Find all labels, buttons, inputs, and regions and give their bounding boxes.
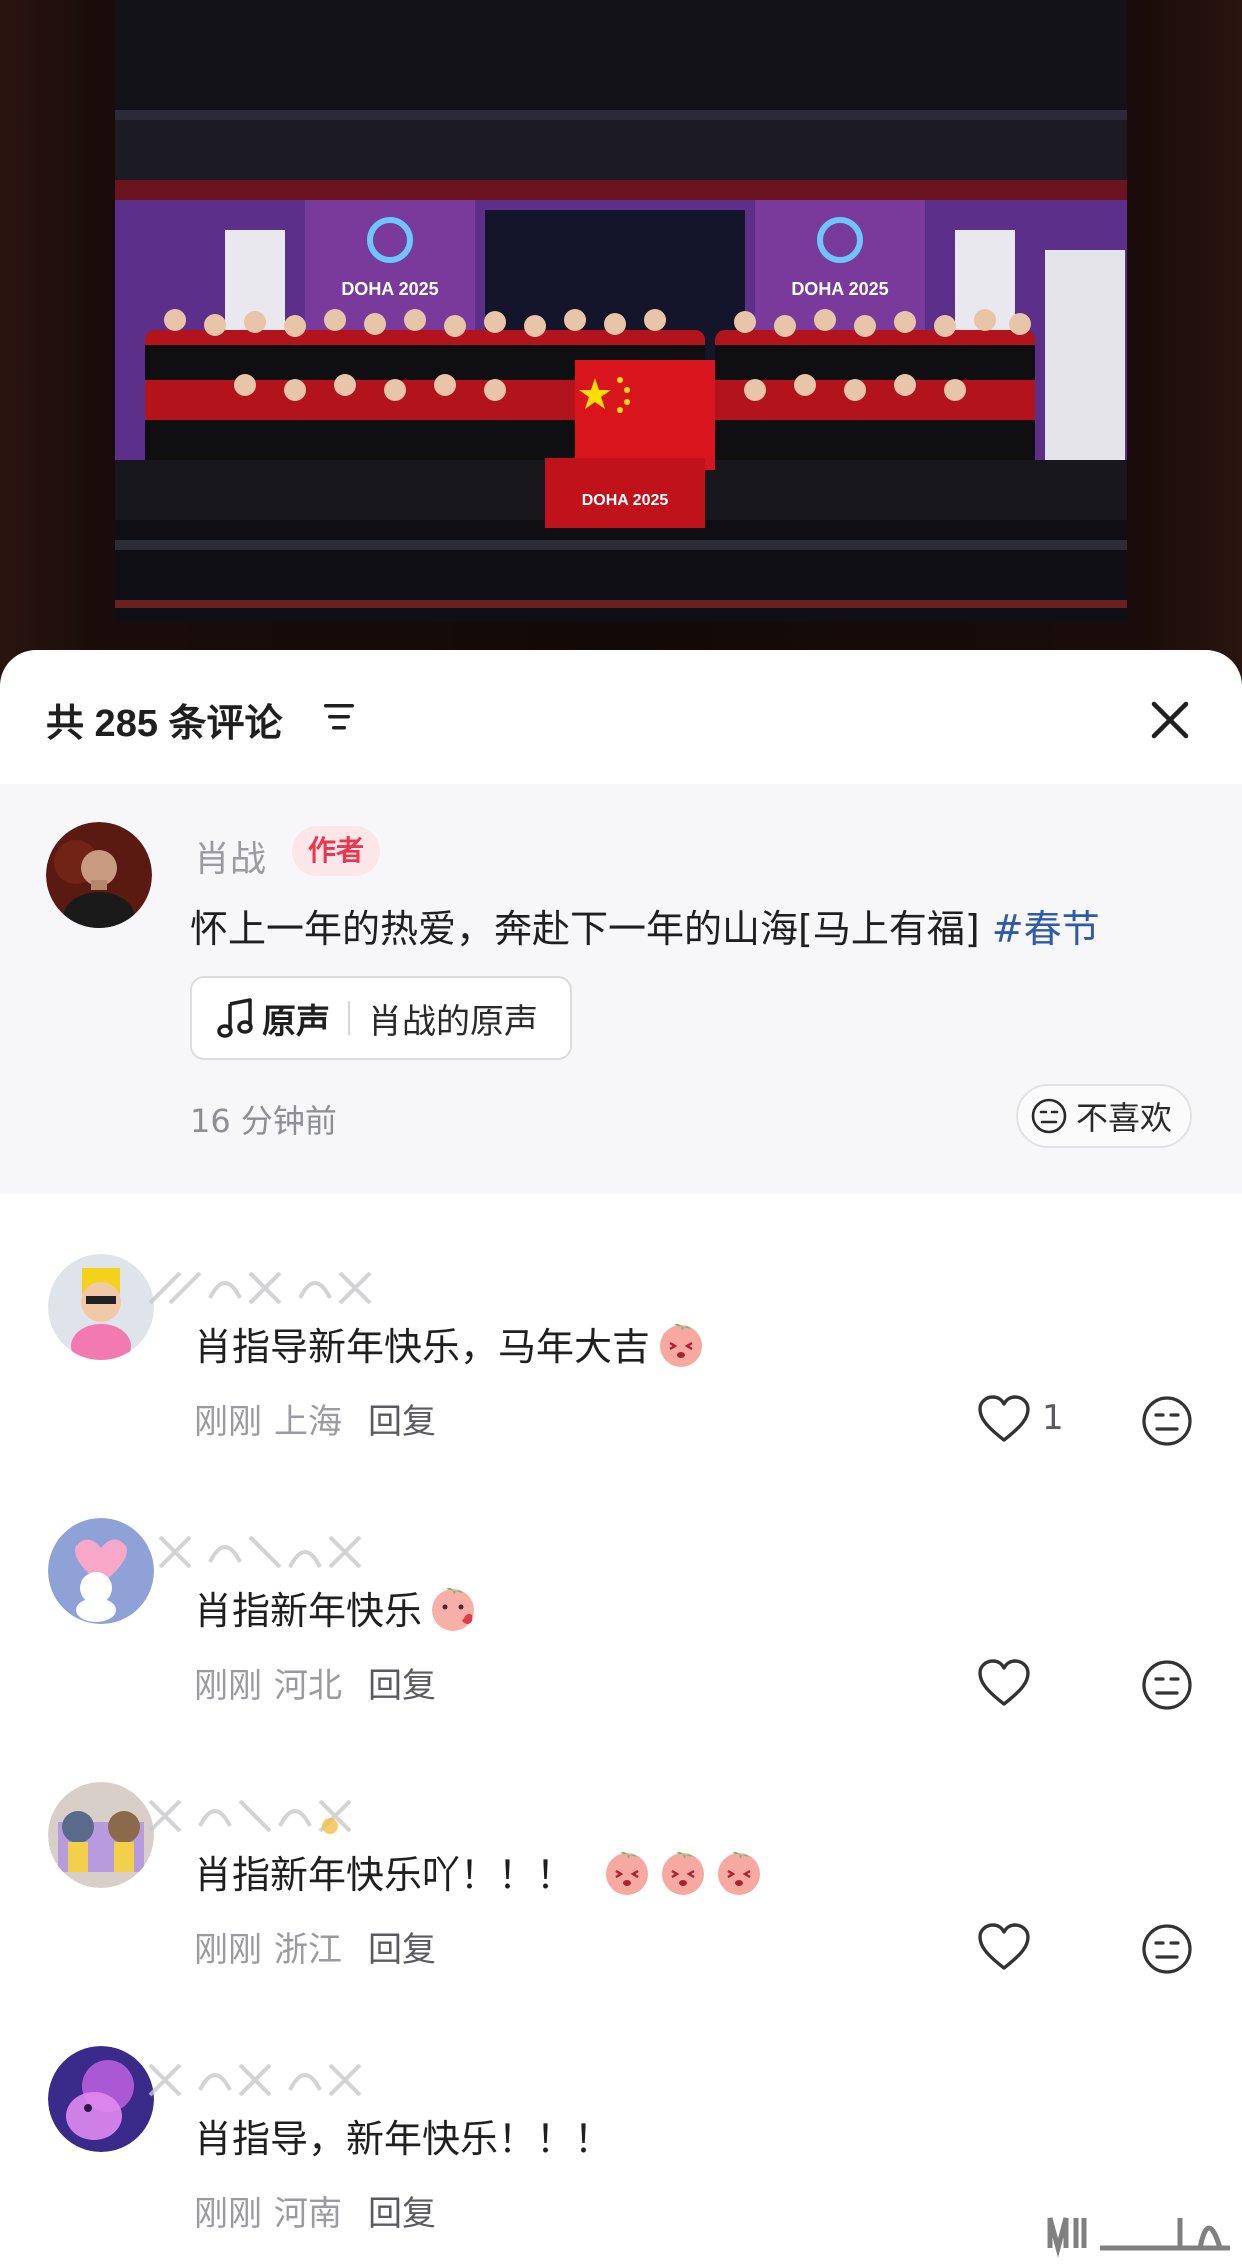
heart-icon[interactable] — [976, 1394, 1032, 1444]
team-photo[interactable]: DOHA 2025 DOHA 2025 DOHA 2025 — [115, 0, 1127, 622]
like-count: 1 — [1042, 1398, 1064, 1438]
comment-text: 肖指导新年快乐，马年大吉 — [194, 1316, 706, 1371]
comment-body: 肖指导，新年快乐！！！ — [194, 2117, 613, 2161]
comment-sheet: 共 285 条评论 肖战 作者 怀上一年的热爱，奔赴下一年的山海[马上有福] #… — [0, 650, 1242, 2264]
comment-meta: 刚刚 浙江 回复 — [194, 1922, 436, 1971]
comment-body: 肖指导新年快乐，马年大吉 — [194, 1325, 651, 1369]
comment-text: 肖指新年快乐 — [194, 1580, 478, 1635]
comment-meta: 刚刚 河南 回复 — [194, 2186, 436, 2235]
comment-time: 刚刚 — [194, 1402, 262, 1442]
author-badge: 作者 — [292, 826, 381, 876]
comment-count-title: 共 285 条评论 — [46, 703, 283, 745]
commenter-avatar[interactable] — [48, 1518, 154, 1624]
blush-emoji-icon — [660, 1323, 703, 1367]
comment-item: 肖指新年快乐 刚刚 河北 回复 — [0, 1518, 1242, 1782]
music-chip-label: 肖战的原声 — [368, 1001, 538, 1042]
kiss-emoji-icon — [432, 1587, 475, 1631]
post-image-area: DOHA 2025 DOHA 2025 DOHA 2025 — [0, 0, 1242, 690]
podium-text: DOHA 2025 — [582, 492, 669, 509]
reply-button[interactable]: 回复 — [368, 1402, 436, 1442]
author-comment-body: 怀上一年的热爱，奔赴下一年的山海[马上有福] — [190, 907, 992, 951]
comment-item: 肖指导新年快乐，马年大吉 刚刚 上海 回复 1 — [0, 1254, 1242, 1518]
commenter-avatar[interactable] — [48, 1782, 154, 1888]
comment-location: 浙江 — [274, 1930, 342, 1970]
comment-text: 肖指导，新年快乐！！！ — [194, 2108, 612, 2163]
comment-body: 肖指新年快乐吖！！！ — [194, 1853, 575, 1897]
sort-icon[interactable] — [322, 700, 358, 734]
neutral-face-icon[interactable] — [1140, 1394, 1194, 1448]
obscured-username — [148, 1271, 372, 1305]
obscured-username — [158, 1535, 362, 1569]
neutral-face-icon[interactable] — [1140, 1658, 1194, 1712]
commenter-avatar[interactable] — [48, 2046, 154, 2152]
comment-body: 肖指新年快乐 — [194, 1589, 423, 1633]
comment-item: 肖指新年快乐吖！！！ 刚刚 浙江 回复 — [0, 1782, 1242, 2046]
author-comment-time: 16 分钟前 — [190, 1102, 337, 1140]
music-chip-strong: 原声 — [262, 1001, 330, 1042]
music-note-icon — [217, 998, 253, 1038]
obscured-username — [148, 1799, 352, 1834]
banner-right-text: DOHA 2025 — [791, 279, 888, 299]
blush-emoji-icon — [606, 1851, 649, 1895]
hashtag-link[interactable]: #春节 — [992, 907, 1100, 951]
obscured-username — [148, 2063, 362, 2097]
sheet-header: 共 285 条评论 — [0, 650, 1242, 784]
blush-emoji-icon — [718, 1851, 761, 1895]
comment-location: 上海 — [274, 1402, 342, 1442]
dislike-label: 不喜欢 — [1076, 1099, 1173, 1137]
heart-icon[interactable] — [976, 1922, 1032, 1972]
comment-meta: 刚刚 上海 回复 — [194, 1394, 436, 1443]
comment-text: 肖指新年快乐吖！！！ — [194, 1844, 764, 1899]
original-sound-chip[interactable]: 原声 肖战的原声 — [190, 976, 572, 1060]
comment-time: 刚刚 — [194, 1930, 262, 1970]
dislike-button[interactable]: 不喜欢 — [1016, 1084, 1193, 1148]
comment-location: 河南 — [274, 2194, 342, 2234]
music-chip-divider — [348, 1001, 350, 1035]
neutral-face-icon[interactable] — [1140, 1922, 1194, 1976]
heart-icon[interactable] — [976, 1658, 1032, 1708]
watermark-scribble — [1047, 2217, 1230, 2258]
comment-meta: 刚刚 河北 回复 — [194, 1658, 436, 1707]
close-icon[interactable] — [1146, 696, 1194, 744]
author-avatar[interactable] — [46, 822, 152, 928]
reply-button[interactable]: 回复 — [368, 1930, 436, 1970]
banner-left-text: DOHA 2025 — [341, 279, 438, 299]
commenter-avatar[interactable] — [48, 1254, 154, 1360]
author-name[interactable]: 肖战 — [194, 830, 266, 882]
comment-time: 刚刚 — [194, 2194, 262, 2234]
neutral-face-icon — [1031, 1098, 1067, 1134]
reply-button[interactable]: 回复 — [368, 1666, 436, 1706]
comment-time: 刚刚 — [194, 1666, 262, 1706]
author-comment-card: 肖战 作者 怀上一年的热爱，奔赴下一年的山海[马上有福] #春节 原声 肖战的原… — [0, 784, 1242, 1194]
blush-emoji-icon — [662, 1851, 705, 1895]
reply-button[interactable]: 回复 — [368, 2194, 436, 2234]
comment-location: 河北 — [274, 1666, 342, 1706]
author-comment-text: 怀上一年的热爱，奔赴下一年的山海[马上有福] #春节 — [190, 898, 1100, 953]
